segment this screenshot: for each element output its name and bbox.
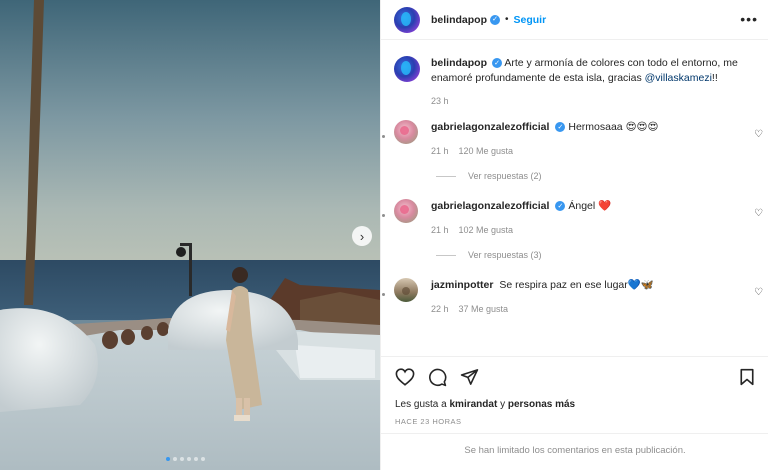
post-header: belindapop ✓ • Seguir ••• xyxy=(381,0,768,40)
bullet-icon xyxy=(382,293,385,296)
view-replies-label: Ver respuestas (3) xyxy=(468,250,542,260)
comment-item: jazminpotter Se respira paz en ese lugar… xyxy=(381,278,768,317)
comments-list[interactable]: belindapop ✓ Arte y armonía de colores co… xyxy=(381,41,768,356)
comment-meta: 21 h 120 Me gusta xyxy=(431,144,658,159)
caption-end: !! xyxy=(711,72,718,84)
comment-avatar[interactable] xyxy=(394,120,418,144)
caption-text: belindapop ✓ Arte y armonía de colores co… xyxy=(431,56,756,86)
comment-body: gabrielagonzalezofficial ✓ Ángel ❤️ 21 h … xyxy=(431,199,611,238)
comment-username[interactable]: jazminpotter xyxy=(431,279,493,291)
comment-avatar[interactable] xyxy=(394,199,418,223)
post-details-panel: belindapop ✓ • Seguir ••• belindapop ✓ Ar… xyxy=(380,0,768,470)
comment-body: jazminpotter Se respira paz en ese lugar… xyxy=(431,278,654,317)
comment-item: gabrielagonzalezofficial ✓ Hermosaaa 😍😍😍 … xyxy=(381,120,768,159)
post-actions: Les gusta a kmirandat y personas más HAC… xyxy=(381,356,768,470)
likes-summary: Les gusta a kmirandat y personas más xyxy=(395,399,755,410)
comment-item: gabrielagonzalezofficial ✓ Ángel ❤️ 21 h … xyxy=(381,199,768,238)
like-comment-heart-icon[interactable]: ♡ xyxy=(754,287,763,298)
likes-prefix: Les gusta a xyxy=(395,399,447,410)
comment-text: Hermosaaa 😍😍😍 xyxy=(568,121,659,133)
comment-time[interactable]: 22 h xyxy=(431,302,449,317)
like-comment-heart-icon[interactable]: ♡ xyxy=(754,129,763,140)
next-image-button[interactable]: › xyxy=(352,226,372,246)
replies-line xyxy=(436,254,456,256)
action-icons xyxy=(395,367,755,387)
post-timestamp[interactable]: HACE 23 HORAS xyxy=(395,417,755,426)
carousel-dot xyxy=(187,457,191,461)
view-replies-label: Ver respuestas (2) xyxy=(468,171,542,181)
verified-badge-icon: ✓ xyxy=(555,122,566,133)
view-replies-button[interactable]: Ver respuestas (2) xyxy=(436,171,768,181)
comment-text: Se respira paz en ese lugar💙🦋 xyxy=(499,279,654,291)
comment-avatar[interactable] xyxy=(394,278,418,302)
bullet-icon xyxy=(382,214,385,217)
share-send-icon[interactable] xyxy=(460,368,479,386)
liked-by-user[interactable]: kmirandat xyxy=(450,399,498,410)
author-username[interactable]: belindapop xyxy=(431,14,487,26)
likes-and: y xyxy=(500,399,506,410)
carousel-dots xyxy=(166,457,205,461)
comment-time[interactable]: 21 h xyxy=(431,223,449,238)
comment-bubble-icon[interactable] xyxy=(428,368,447,387)
caption-username[interactable]: belindapop xyxy=(431,57,487,69)
follow-button[interactable]: Seguir xyxy=(514,14,547,26)
verified-badge-icon: ✓ xyxy=(490,14,500,25)
comment-likes[interactable]: 37 Me gusta xyxy=(459,302,509,317)
bullet-icon xyxy=(382,135,385,138)
like-heart-icon[interactable] xyxy=(395,368,415,386)
post-photo[interactable]: › xyxy=(0,0,380,470)
verified-badge-icon: ✓ xyxy=(492,58,502,69)
carousel-dot xyxy=(201,457,205,461)
carousel-dot xyxy=(173,457,177,461)
replies-line xyxy=(436,175,456,177)
comment-meta: 21 h 102 Me gusta xyxy=(431,223,611,238)
verified-badge-icon: ✓ xyxy=(555,201,566,212)
comment-likes[interactable]: 102 Me gusta xyxy=(459,223,514,238)
likes-others-link[interactable]: personas más xyxy=(508,399,575,410)
separator: • xyxy=(505,14,509,25)
comment-body: gabrielagonzalezofficial ✓ Hermosaaa 😍😍😍 … xyxy=(431,120,658,159)
comment-text: Ángel ❤️ xyxy=(568,200,612,212)
post-caption: belindapop ✓ Arte y armonía de colores co… xyxy=(381,41,768,86)
comments-limited-notice: Se han limitado los comentarios en esta … xyxy=(381,433,768,456)
comment-username[interactable]: gabrielagonzalezofficial xyxy=(431,200,549,212)
post-image xyxy=(0,0,380,470)
carousel-dot xyxy=(194,457,198,461)
more-horizontal-icon[interactable]: ••• xyxy=(740,12,758,26)
caption-avatar[interactable] xyxy=(394,56,420,82)
caption-mention[interactable]: @villaskamezi xyxy=(645,72,712,84)
view-replies-button[interactable]: Ver respuestas (3) xyxy=(436,250,768,260)
author-avatar[interactable] xyxy=(394,6,420,33)
comment-time[interactable]: 21 h xyxy=(431,144,449,159)
carousel-dot xyxy=(166,457,170,461)
like-comment-heart-icon[interactable]: ♡ xyxy=(754,208,763,219)
comment-username[interactable]: gabrielagonzalezofficial xyxy=(431,121,549,133)
carousel-dot xyxy=(180,457,184,461)
comment-likes[interactable]: 120 Me gusta xyxy=(459,144,514,159)
caption-time[interactable]: 23 h xyxy=(431,96,768,106)
save-bookmark-icon[interactable] xyxy=(739,368,755,386)
comment-meta: 22 h 37 Me gusta xyxy=(431,302,654,317)
